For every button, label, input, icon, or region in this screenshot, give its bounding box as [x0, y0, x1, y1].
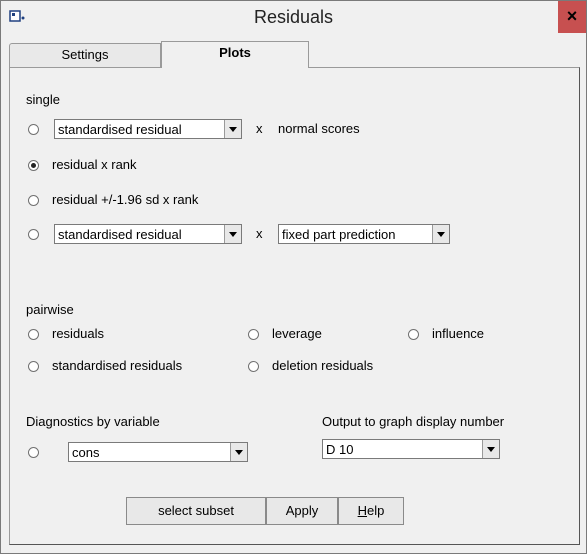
residual-rank-label: residual x rank	[52, 157, 137, 172]
combo-value: standardised residual	[58, 122, 182, 137]
pairwise-leverage-label: leverage	[272, 326, 322, 341]
single-fixed-part-left-combo[interactable]: standardised residual	[54, 224, 242, 244]
residual-sd-rank-label: residual +/-1.96 sd x rank	[52, 192, 199, 207]
combo-value: cons	[72, 445, 100, 460]
chevron-down-icon	[224, 225, 241, 243]
tab-strip: Settings Plots	[9, 41, 584, 69]
diagnostics-variable-combo[interactable]: cons	[68, 442, 248, 462]
times-label: x	[256, 121, 263, 136]
single-normal-scores-combo[interactable]: standardised residual	[54, 119, 242, 139]
diagnostics-radio[interactable]	[28, 447, 39, 458]
chevron-down-icon	[224, 120, 241, 138]
chevron-down-icon	[432, 225, 449, 243]
pairwise-leverage-radio[interactable]	[248, 329, 259, 340]
combo-value: D 10	[326, 442, 354, 457]
pairwise-residuals-radio[interactable]	[28, 329, 39, 340]
pairwise-residuals-label: residuals	[52, 326, 105, 341]
normal-scores-label: normal scores	[278, 121, 360, 136]
diagnostics-heading: Diagnostics by variable	[26, 414, 160, 429]
plots-panel: single standardised residual x normal sc…	[9, 67, 580, 545]
single-fixed-part-right-combo[interactable]: fixed part prediction	[278, 224, 450, 244]
pairwise-deletion-residuals-label: deletion residuals	[272, 358, 374, 373]
apply-button[interactable]: Apply	[266, 497, 338, 525]
pairwise-standardised-residuals-label: standardised residuals	[52, 358, 183, 373]
pairwise-influence-radio[interactable]	[408, 329, 419, 340]
output-heading: Output to graph display number	[322, 414, 505, 429]
tab-plots[interactable]: Plots	[161, 41, 309, 68]
pairwise-influence-label: influence	[432, 326, 485, 341]
chevron-down-icon	[482, 440, 499, 458]
tab-settings[interactable]: Settings	[9, 43, 161, 68]
residuals-window: Residuals × Settings Plots single standa…	[0, 0, 587, 554]
combo-value: standardised residual	[58, 227, 182, 242]
title-bar: Residuals ×	[1, 1, 586, 33]
single-fixed-part-radio[interactable]	[28, 229, 39, 240]
close-button[interactable]: ×	[558, 1, 586, 33]
pairwise-standardised-residuals-radio[interactable]	[28, 361, 39, 372]
help-button[interactable]: Help	[338, 497, 404, 525]
window-title: Residuals	[253, 7, 334, 27]
select-subset-button[interactable]: select subset	[126, 497, 266, 525]
residual-rank-radio[interactable]	[28, 160, 39, 171]
chevron-down-icon	[230, 443, 247, 461]
pairwise-deletion-residuals-radio[interactable]	[248, 361, 259, 372]
residual-sd-rank-radio[interactable]	[28, 195, 39, 206]
combo-value: fixed part prediction	[282, 227, 396, 242]
times-label: x	[256, 226, 263, 241]
pairwise-heading: pairwise	[26, 302, 74, 317]
single-heading: single	[26, 92, 60, 107]
graph-display-combo[interactable]: D 10	[322, 439, 500, 459]
single-normal-scores-radio[interactable]	[28, 124, 39, 135]
